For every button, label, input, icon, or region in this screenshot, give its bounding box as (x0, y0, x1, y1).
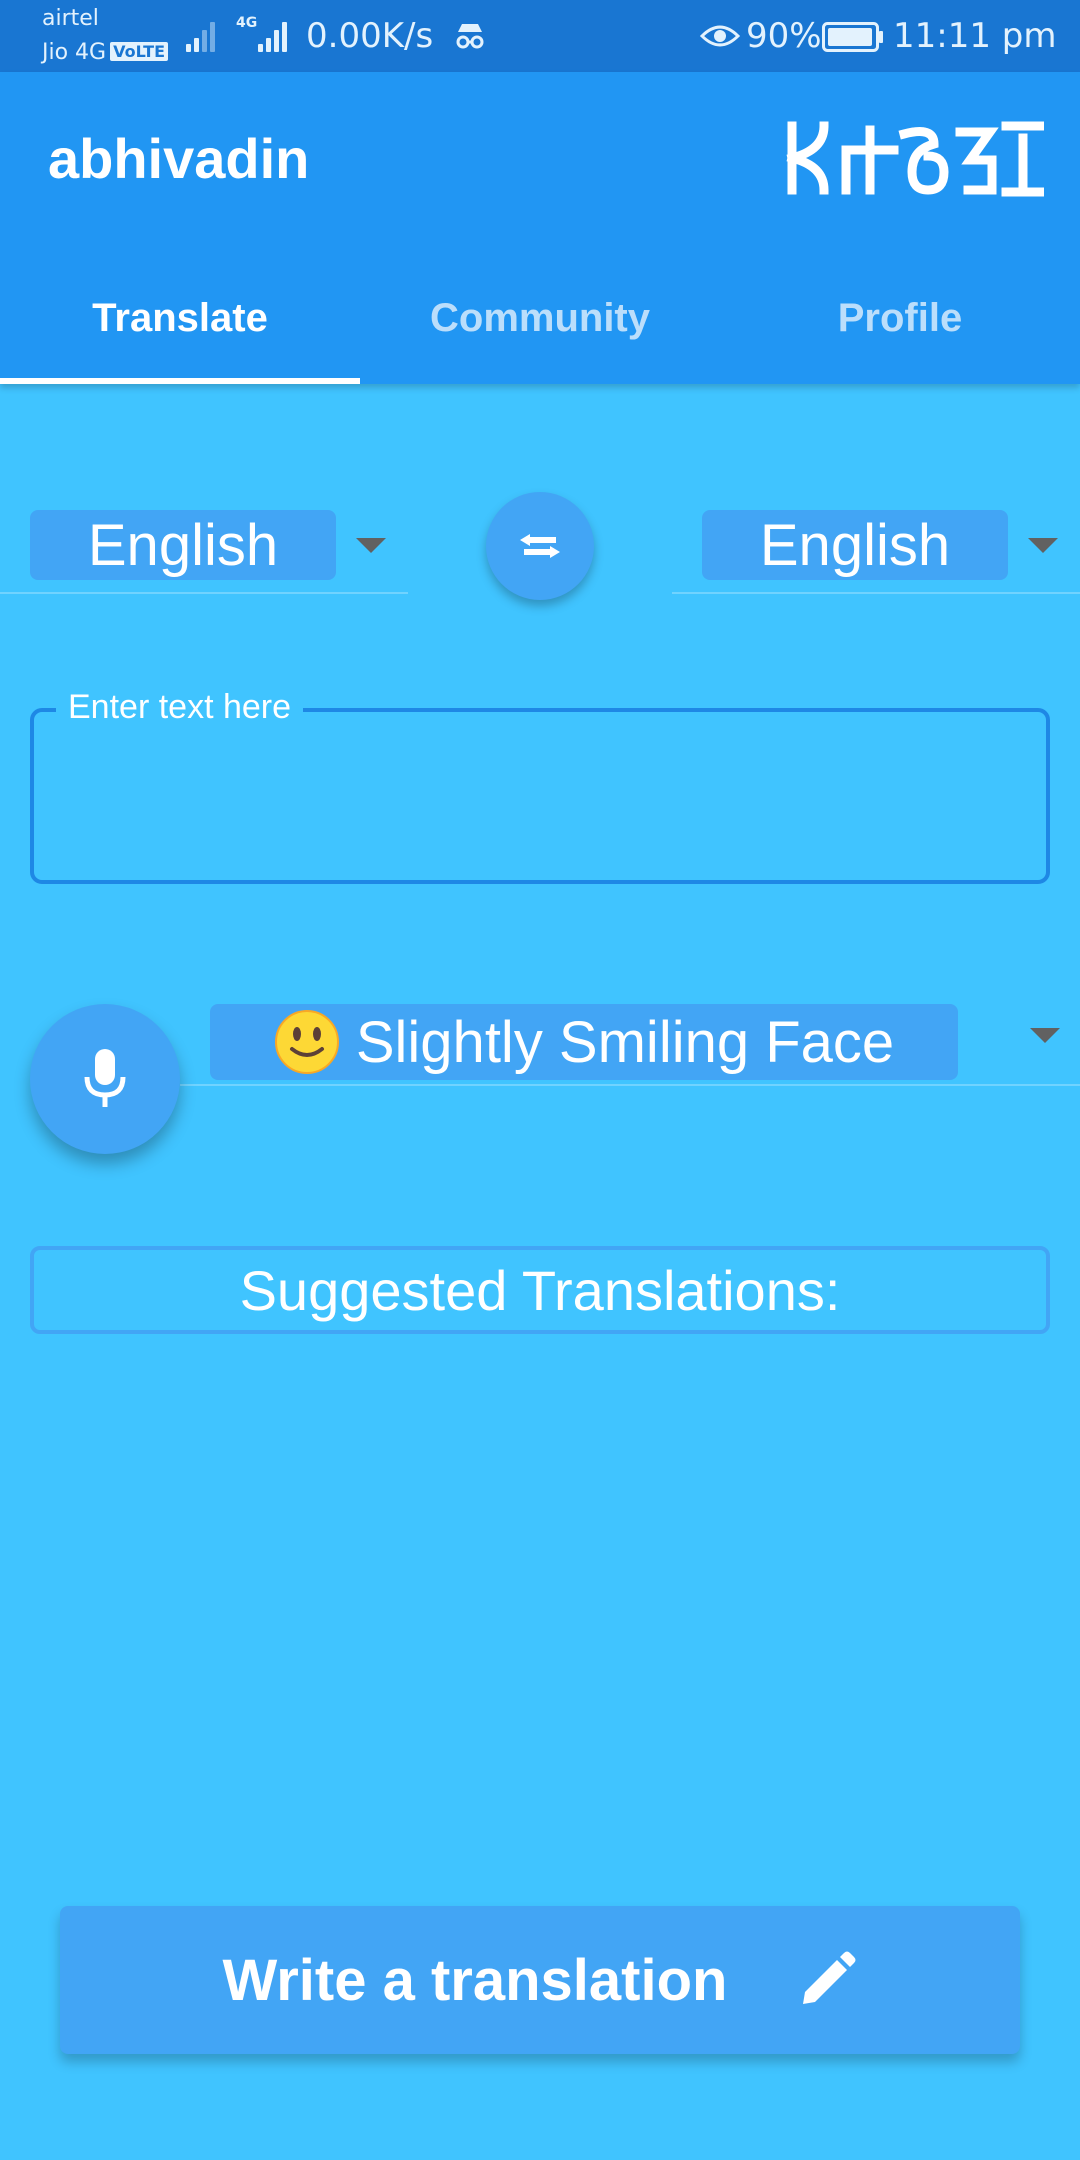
eye-icon (699, 20, 741, 56)
emoji-dropdown[interactable]: Slightly Smiling Face (150, 1004, 1080, 1092)
abhivadin-script-logo-icon (784, 120, 1045, 205)
carrier-secondary-label: Jio 4G (42, 40, 107, 65)
source-language-dropdown[interactable]: English (0, 510, 408, 594)
target-language-dropdown[interactable]: English (672, 510, 1080, 594)
app-bar: abhivadin Translate Community Profile (0, 72, 1080, 384)
net-speed: 0.00K/s (306, 16, 434, 56)
mic-icon (84, 1049, 126, 1107)
emoji-chip: Slightly Smiling Face (210, 1004, 958, 1080)
chevron-down-icon (356, 538, 386, 553)
signal-icon (186, 18, 215, 52)
app-title: abhivadin (48, 127, 310, 190)
divider (180, 1084, 1080, 1086)
carrier-secondary: Jio 4G VoLTE (42, 40, 168, 65)
chevron-down-icon (1028, 538, 1058, 553)
tab-profile[interactable]: Profile (720, 252, 1080, 384)
target-language-label: English (702, 510, 1008, 580)
carrier-primary: airtel (42, 6, 99, 31)
clock: 11:11 pm (893, 16, 1057, 56)
mic-button[interactable] (30, 1004, 180, 1154)
chevron-down-icon (1030, 1028, 1060, 1043)
battery-percent: 90% (746, 16, 822, 56)
emoji-label: Slightly Smiling Face (355, 1009, 895, 1075)
write-translation-button[interactable]: Write a translation (60, 1906, 1020, 2054)
battery-icon (822, 22, 884, 56)
text-input-label: Enter text here (56, 688, 304, 727)
divider (672, 592, 1080, 594)
tab-community[interactable]: Community (360, 252, 720, 384)
status-bar: airtel Jio 4G VoLTE 4G 0.00K/s 90% 11:11 … (0, 0, 1080, 72)
source-language-label: English (30, 510, 336, 580)
text-input-box[interactable]: Enter text here (30, 688, 1050, 884)
swap-horiz-icon (520, 534, 560, 558)
divider (0, 592, 408, 594)
tab-translate[interactable]: Translate (0, 252, 360, 384)
network-type: 4G (236, 15, 258, 31)
incognito-icon (452, 18, 488, 58)
signal-icon (258, 18, 287, 52)
text-input[interactable] (54, 752, 1024, 842)
suggested-translations-label: Suggested Translations: (239, 1258, 841, 1322)
swap-languages-button[interactable] (486, 492, 594, 600)
pencil-icon (803, 1951, 856, 2004)
write-translation-label: Write a translation (222, 1947, 728, 2013)
slightly-smiling-face-emoji (274, 1010, 339, 1074)
suggested-translations-box: Suggested Translations: (30, 1246, 1050, 1334)
tab-bar: Translate Community Profile (0, 252, 1080, 384)
volte-badge: VoLTE (110, 42, 168, 61)
